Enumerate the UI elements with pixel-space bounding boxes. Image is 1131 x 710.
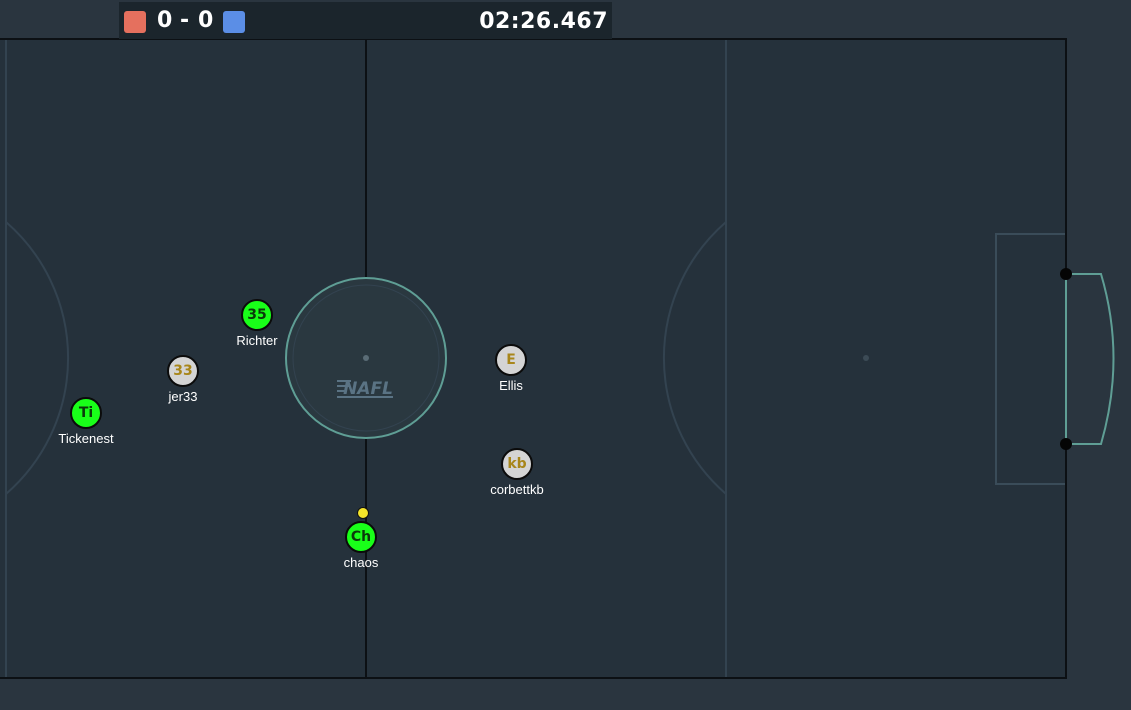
player-disc: 35: [241, 299, 273, 331]
player-name: Ellis: [499, 378, 523, 393]
goal-post-bottom: [1060, 438, 1072, 450]
player-name: chaos: [343, 555, 379, 570]
player-disc: kb: [501, 448, 533, 480]
center-spot: [363, 355, 369, 361]
player-disc: Ti: [70, 397, 102, 429]
goal-post-top: [1060, 268, 1072, 280]
pitch-background: [0, 39, 1066, 678]
blue-team-swatch: [223, 11, 245, 33]
player-name: jer33: [168, 389, 198, 404]
pitch: NAFL: [0, 38, 1115, 679]
scoreboard: 0 - 0 02:26.467: [119, 2, 612, 39]
player-name: Tickenest: [58, 431, 114, 446]
player-name: Richter: [236, 333, 278, 348]
red-team-swatch: [124, 11, 146, 33]
nafl-logo: NAFL: [337, 379, 393, 399]
player-disc: E: [495, 344, 527, 376]
ball: [357, 507, 369, 519]
player-disc: 33: [167, 355, 199, 387]
logo-text: NAFL: [343, 379, 393, 399]
match-clock: 02:26.467: [479, 9, 608, 34]
right-spot: [863, 355, 869, 361]
player-disc: Ch: [345, 521, 377, 553]
score-separator: -: [180, 8, 190, 33]
goal-net: [1066, 273, 1115, 445]
blue-score: 0: [198, 8, 214, 33]
red-score: 0: [157, 8, 173, 33]
player-name: corbettkb: [490, 482, 544, 497]
